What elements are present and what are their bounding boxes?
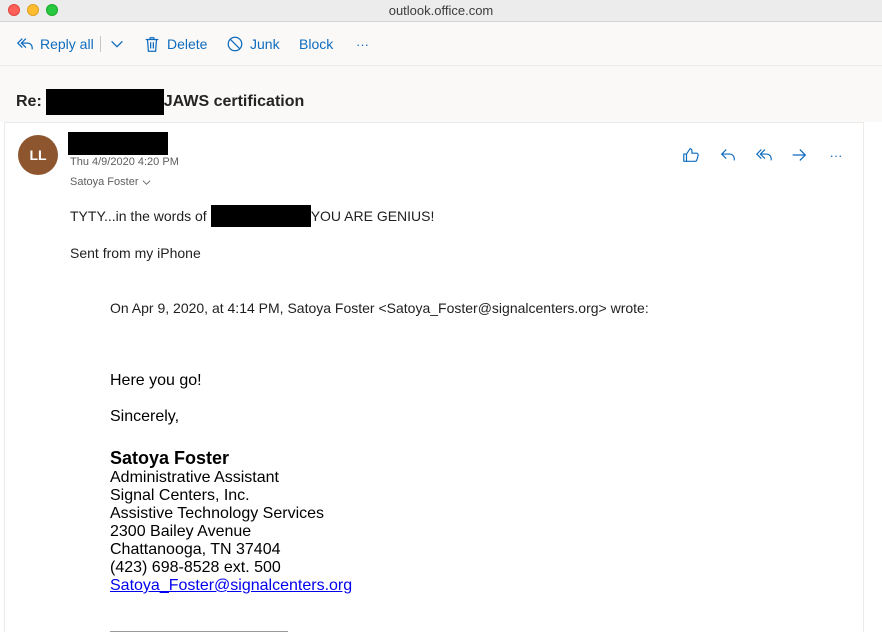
- signature-block: Satoya Foster Administrative Assistant S…: [110, 448, 352, 595]
- redacted-sender-name: [68, 132, 168, 155]
- redacted-block: [210, 205, 311, 227]
- like-button[interactable]: [679, 143, 703, 167]
- subject-prefix: Re:: [16, 93, 42, 110]
- quoted-header: On Apr 9, 2020, at 4:14 PM, Satoya Foste…: [110, 300, 649, 316]
- subject-text: JAWS certification: [163, 93, 305, 110]
- quoted-closing: Sincerely,: [110, 408, 180, 425]
- more-actions-label: ···: [356, 36, 369, 52]
- signature-email-link[interactable]: Satoya_Foster@signalcenters.org: [110, 577, 352, 595]
- reply-icon: [720, 149, 735, 161]
- block-circle-icon: [227, 36, 243, 52]
- reply-all-button[interactable]: Reply all: [16, 22, 94, 66]
- forward-arrow-icon: [792, 149, 807, 161]
- reply-options-dropdown[interactable]: [108, 22, 132, 66]
- signature-phone: (423) 698-8528 ext. 500: [110, 559, 281, 576]
- sent-from-line: Sent from my iPhone: [70, 245, 201, 261]
- forward-button[interactable]: [787, 143, 811, 167]
- thumbs-up-icon: [683, 148, 699, 162]
- subject-bar: Re: JAWS certification: [0, 66, 882, 122]
- signature-street: 2300 Bailey Avenue: [110, 523, 252, 540]
- block-label: Block: [299, 36, 334, 52]
- message-subject: Re: JAWS certification: [16, 89, 304, 115]
- quoted-greeting: Here you go!: [110, 372, 202, 389]
- reply-all-label: Reply all: [40, 36, 94, 52]
- recipient-name: Satoya Foster: [70, 176, 139, 188]
- trash-icon: [145, 37, 159, 52]
- message-card: LL Thu 4/9/2020 4:20 PM Satoya Foster ··…: [4, 122, 864, 632]
- reply-all-icon: [16, 38, 33, 50]
- signature-city: Chattanooga, TN 37404: [110, 541, 281, 558]
- message-more-button[interactable]: ···: [823, 143, 849, 167]
- delete-button[interactable]: Delete: [143, 22, 207, 66]
- toolbar-divider: [100, 36, 101, 52]
- signature-department: Assistive Technology Services: [110, 505, 325, 522]
- message-toolbar: Reply all Delete Junk Block ···: [0, 22, 882, 66]
- signature-company: Signal Centers, Inc.: [110, 487, 250, 504]
- chevron-down-icon: [143, 179, 151, 185]
- more-actions-button[interactable]: ···: [356, 22, 369, 66]
- block-button[interactable]: Block: [299, 22, 333, 66]
- reply-button[interactable]: [716, 143, 740, 167]
- sender-avatar[interactable]: LL: [18, 135, 58, 175]
- window-title: outlook.office.com: [388, 3, 494, 18]
- window-titlebar: outlook.office.com: [0, 0, 882, 22]
- reply-all-icon: [755, 149, 772, 161]
- message-date: Thu 4/9/2020 4:20 PM: [70, 156, 179, 168]
- junk-label: Junk: [250, 36, 280, 52]
- redacted-block: [45, 89, 164, 115]
- body-line-1: TYTY...in the words of YOU ARE GENIUS!: [70, 205, 434, 227]
- reply-all-action-button[interactable]: [752, 143, 776, 167]
- recipient-line[interactable]: Satoya Foster: [70, 176, 151, 188]
- delete-label: Delete: [167, 36, 208, 52]
- signature-name: Satoya Foster: [110, 448, 230, 468]
- body-text: TYTY...in the words of: [70, 208, 207, 224]
- chevron-down-icon: [111, 40, 123, 48]
- message-more-label: ···: [829, 147, 843, 163]
- body-text: YOU ARE GENIUS!: [310, 208, 435, 224]
- signature-title: Administrative Assistant: [110, 469, 279, 486]
- junk-button[interactable]: Junk: [226, 22, 280, 66]
